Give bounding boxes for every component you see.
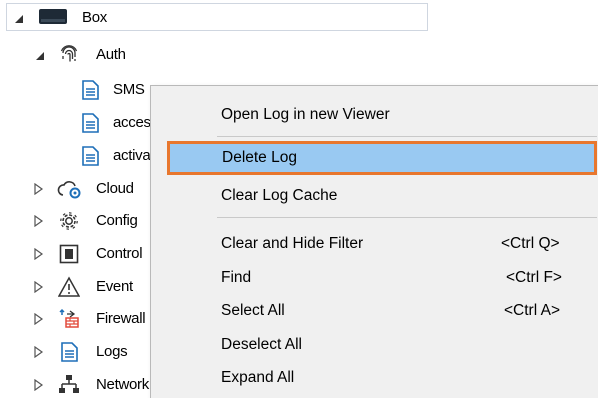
document-icon [82,146,99,166]
tree-node-label: Auth [96,46,126,63]
collapsed-arrow-icon[interactable] [33,313,45,325]
menu-item-label: Expand All [221,369,295,386]
tree-node-logs[interactable]: Logs [0,335,160,368]
network-icon [59,375,79,393]
tree-node-label: Network [96,376,149,393]
tree-node-label: Cloud [96,180,134,197]
tree-node-label: Logs [96,343,128,360]
collapsed-arrow-icon[interactable] [33,183,45,195]
collapsed-arrow-icon[interactable] [33,281,45,293]
menu-separator [217,136,597,137]
tree-node-control[interactable]: Control [0,237,160,270]
gear-icon [60,212,78,230]
tree-node-cloud[interactable]: Cloud [0,172,160,205]
menu-item-clear-log-cache[interactable]: Clear Log Cache [165,179,598,213]
menu-item-find[interactable]: Find <Ctrl F> [165,261,598,295]
collapsed-arrow-icon[interactable] [33,215,45,227]
expanded-arrow-icon[interactable] [34,50,46,62]
tree-node-label: SMS [113,81,145,98]
document-icon [61,342,78,362]
tree-node-log-activa[interactable]: activa [0,139,160,172]
tree-node-box[interactable]: Box [0,1,430,34]
tree-node-label: acces [113,114,151,131]
collapsed-arrow-icon[interactable] [33,248,45,260]
menu-item-shortcut: <Ctrl A> [504,302,560,319]
menu-item-delete-log[interactable]: Delete Log [167,141,597,175]
tree-node-config[interactable]: Config [0,204,160,237]
tree-node-firewall[interactable]: Firewall [0,302,160,335]
tree-node-log-acces[interactable]: acces [0,106,160,139]
tree-node-label: activa [113,147,151,164]
document-icon [82,80,99,100]
menu-separator [217,217,597,218]
menu-item-label: Deselect All [221,336,302,353]
tree-node-network[interactable]: Network [0,368,160,398]
menu-item-label: Delete Log [222,149,297,166]
menu-item-deselect-all[interactable]: Deselect All [165,328,598,362]
menu-item-select-all[interactable]: Select All <Ctrl A> [165,294,598,328]
warning-triangle-icon [58,276,80,297]
tree-node-auth[interactable]: Auth [0,38,430,71]
menu-item-label: Clear and Hide Filter [221,235,364,252]
firewall-icon [59,308,79,328]
expanded-arrow-icon[interactable] [13,13,25,25]
tree-node-event[interactable]: Event [0,270,160,303]
context-menu: Open Log in new Viewer Delete Log Clear … [150,85,598,398]
menu-item-label: Clear Log Cache [221,187,338,204]
menu-item-open-log-new-viewer[interactable]: Open Log in new Viewer [165,98,598,132]
tree-node-log-sms[interactable]: SMS [0,73,160,106]
document-icon [82,113,99,133]
collapsed-arrow-icon[interactable] [33,379,45,391]
collapsed-arrow-icon[interactable] [33,346,45,358]
selection-box [6,3,428,31]
tree-node-label: Event [96,278,133,295]
box-device-icon [39,9,67,24]
tree-node-label: Control [96,245,143,262]
control-panel-icon [59,244,79,264]
menu-item-label: Find [221,269,252,286]
menu-item-expand-all[interactable]: Expand All [165,361,598,395]
cloud-gear-icon [57,181,81,199]
tree-node-label: Firewall [96,310,146,327]
tree-node-label: Config [96,212,138,229]
log-viewer-window: Box Auth SMS acces activa Cloud Config C… [0,0,598,398]
fingerprint-icon [60,45,78,62]
menu-item-shortcut: <Ctrl F> [506,269,562,286]
menu-item-label: Open Log in new Viewer [221,106,390,123]
tree-node-label: Box [82,9,107,26]
menu-item-shortcut: <Ctrl Q> [501,235,560,252]
menu-item-label: Select All [221,302,285,319]
menu-item-clear-hide-filter[interactable]: Clear and Hide Filter <Ctrl Q> [165,227,598,261]
